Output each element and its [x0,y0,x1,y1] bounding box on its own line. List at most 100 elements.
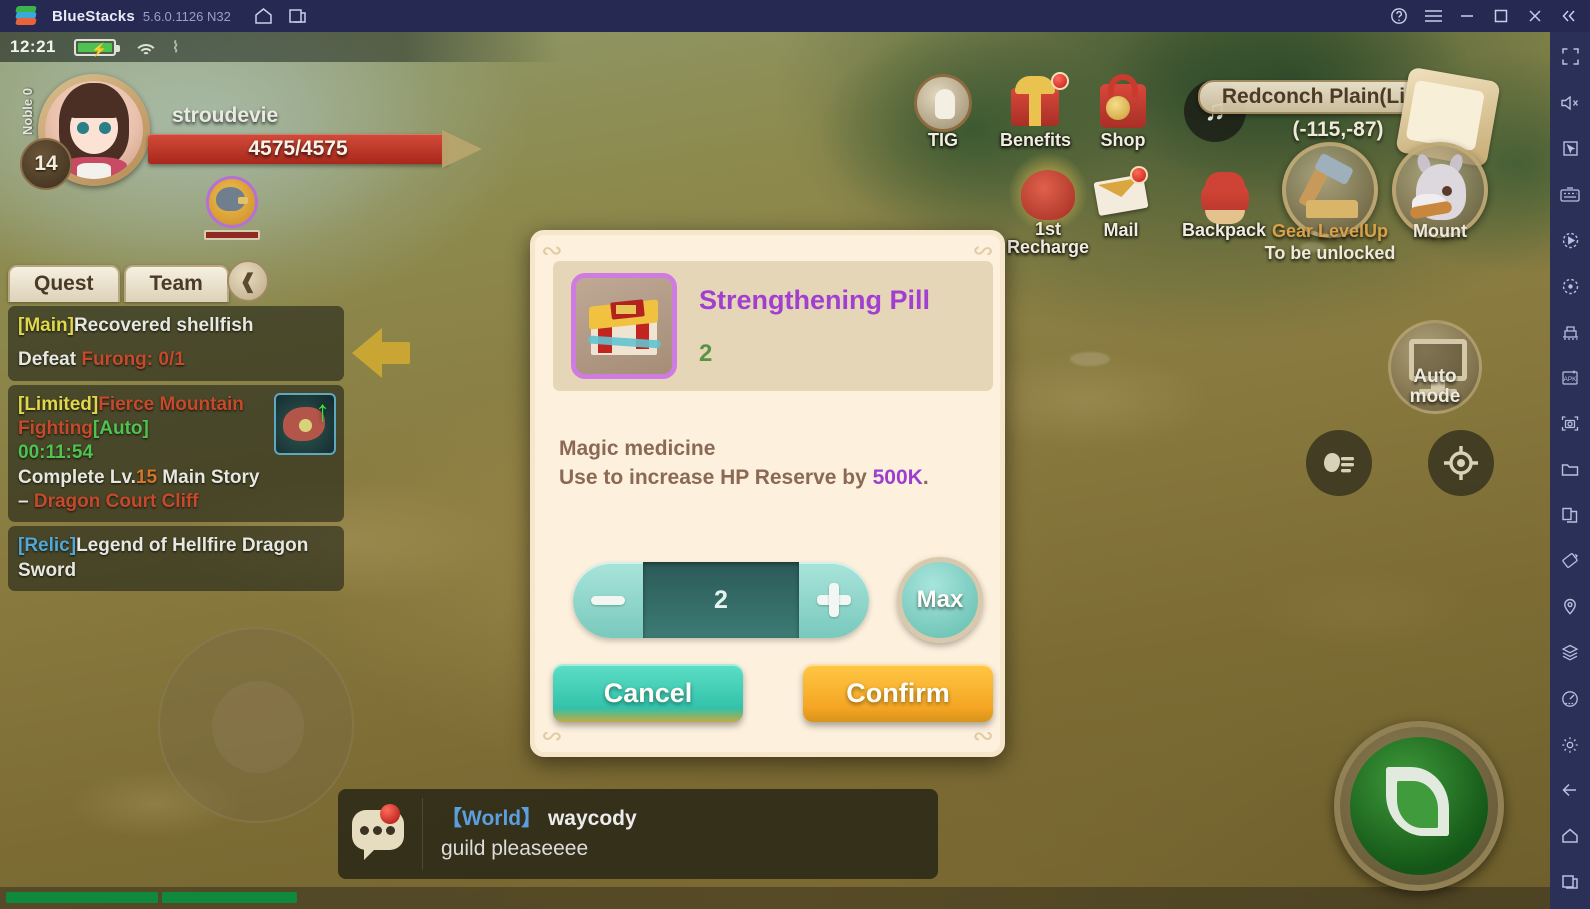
screenshot-icon[interactable] [1550,405,1590,443]
layers-icon[interactable] [1550,634,1590,672]
signal-icon: ⌇ [171,39,180,56]
rotate-icon[interactable] [1550,542,1590,580]
titlebar-left-icons [247,0,315,32]
player-hp-bar: 4575/4575 [148,130,482,168]
description-line-1: Magic medicine [559,437,716,460]
app-title: BlueStacks [52,7,135,25]
gear-level-up-button[interactable]: Gear LevelUp To be unlocked [1265,142,1395,263]
app-version: 5.6.0.1126 N32 [142,8,231,24]
maximize-icon[interactable] [1484,0,1518,32]
quantity-value[interactable]: 2 [643,562,799,638]
recorder-icon[interactable] [1550,267,1590,305]
corner-swirl-icon: ∾ [541,235,563,265]
quest-tag: [Limited] [18,393,99,415]
confirm-button[interactable]: Confirm [803,664,993,722]
auto-mode-button[interactable]: Auto mode [1388,320,1482,414]
collapse-sidebar-icon[interactable] [1552,0,1586,32]
multi-instance-icon[interactable] [281,0,315,32]
quest-objective-prefix: Defeat [18,349,82,371]
mail-button[interactable]: Mail [1090,164,1152,241]
menu-icon[interactable] [1416,0,1450,32]
max-button[interactable]: Max [897,557,983,643]
quest-timer: 00:11:54 [18,442,94,464]
gauge-icon[interactable] [1550,680,1590,718]
titlebar-right-icons [1382,0,1586,32]
nature-skill-icon[interactable] [1334,721,1504,891]
keymapping-icon[interactable] [1550,176,1590,214]
item-meta: Strengthening Pill 2 [699,285,930,368]
benefits-button[interactable]: Benefits [1000,72,1071,151]
home-icon[interactable] [247,0,281,32]
plus-icon[interactable] [799,562,869,638]
recents-icon[interactable] [1550,863,1590,901]
chat-divider [422,798,423,870]
use-item-dialog[interactable]: ∾ ∾ ∾ ∾ Strengthening Pill 2 Magic medic… [530,230,1005,757]
chat-channel: 【World】 [441,806,543,830]
shop-button[interactable]: Shop [1092,74,1154,151]
bluestacks-logo-icon [14,5,40,27]
copy-icon[interactable] [1550,496,1590,534]
location-icon[interactable] [1550,588,1590,626]
item-header: Strengthening Pill 2 [553,261,993,391]
chat-bubble-icon [352,804,408,862]
quest-tabs: Quest Team ❰ [8,260,344,302]
bluestacks-sidebar: APK [1550,32,1590,909]
back-arrow-game-icon[interactable] [352,322,414,384]
movement-joystick[interactable] [158,627,354,823]
mute-icon[interactable] [1550,84,1590,122]
back-arrow-icon[interactable] [1550,772,1590,810]
quest-reward-thumbnail[interactable]: ↑ [274,392,336,455]
quest-limited[interactable]: [Limited]Fierce Mountain Fighting[Auto] … [8,384,344,523]
svg-text:APK: APK [1563,376,1577,383]
description-prefix: Use to increase HP Reserve by [559,465,873,489]
corner-swirl-icon: ∾ [972,722,994,752]
player-hp-text: 4575/4575 [248,137,348,160]
home-nav-icon[interactable] [1550,817,1590,855]
help-icon[interactable] [1382,0,1416,32]
close-icon[interactable] [1518,0,1552,32]
chat-message: guild pleaseeee [441,837,589,860]
cursor-icon[interactable] [1550,130,1590,168]
tig-button[interactable]: TIG [912,74,974,151]
quest-sub-prefix: Complete Lv. [18,466,136,488]
cancel-button[interactable]: Cancel [553,664,743,722]
tab-team[interactable]: Team [123,265,229,302]
joystick-knob[interactable] [212,681,304,773]
backpack-button[interactable]: Backpack [1182,164,1266,241]
settings-gear-icon[interactable] [1550,726,1590,764]
dialog-actions: Cancel Confirm [553,664,993,722]
quest-objective: Furong: 0/1 [81,349,185,371]
battery-charging-icon: ⚡ [73,38,120,57]
gear-level-up-label: Gear LevelUp [1271,221,1389,241]
chat-box[interactable]: 【World】 waycody guild pleaseeee [338,789,938,879]
item-description: Magic medicine Use to increase HP Reserv… [559,435,989,493]
quest-relic[interactable]: [Relic]Legend of Hellfire Dragon Sword [8,526,344,591]
quest-main[interactable]: [Main]Recovered shellfish Defeat Furong:… [8,306,344,381]
pet-hp-bar [204,230,260,240]
quest-sub-level: 15 [135,466,158,488]
first-recharge-button[interactable]: 1st Recharge [1000,152,1096,256]
minus-icon[interactable] [573,562,643,638]
android-status-bar: 12:21 ⚡ ⌇ [0,32,560,62]
quest-tag: [Main] [18,315,74,336]
noble-rank-label: Noble 0 [20,88,35,135]
quantity-stepper[interactable]: 2 [573,562,869,638]
location-indicator[interactable]: Redconch Plain(Line 3) (-115,-87) [1198,66,1501,168]
chat-username: waycody [547,806,637,830]
game-viewport[interactable]: 12:21 ⚡ ⌇ Noble 0 14 stroudevie 4575/457… [0,32,1550,909]
media-folder-icon[interactable] [1550,451,1590,489]
mount-button[interactable]: Mount [1392,142,1488,241]
rock-decor [1070,352,1110,366]
tab-quest[interactable]: Quest [8,265,120,302]
install-apk-icon[interactable]: APK [1550,359,1590,397]
target-icon[interactable] [1428,430,1494,496]
collapse-quest-icon[interactable]: ❰ [226,260,269,302]
multi-instance-manager-icon[interactable] [1550,313,1590,351]
bottom-progress-strip [0,887,1550,909]
minimize-icon[interactable] [1450,0,1484,32]
pickup-hand-icon[interactable] [1306,430,1372,496]
pet-icon[interactable] [206,176,258,228]
fullscreen-icon[interactable] [1550,38,1590,76]
macro-play-icon[interactable] [1550,221,1590,259]
quest-title: Recovered shellfish [73,315,254,336]
